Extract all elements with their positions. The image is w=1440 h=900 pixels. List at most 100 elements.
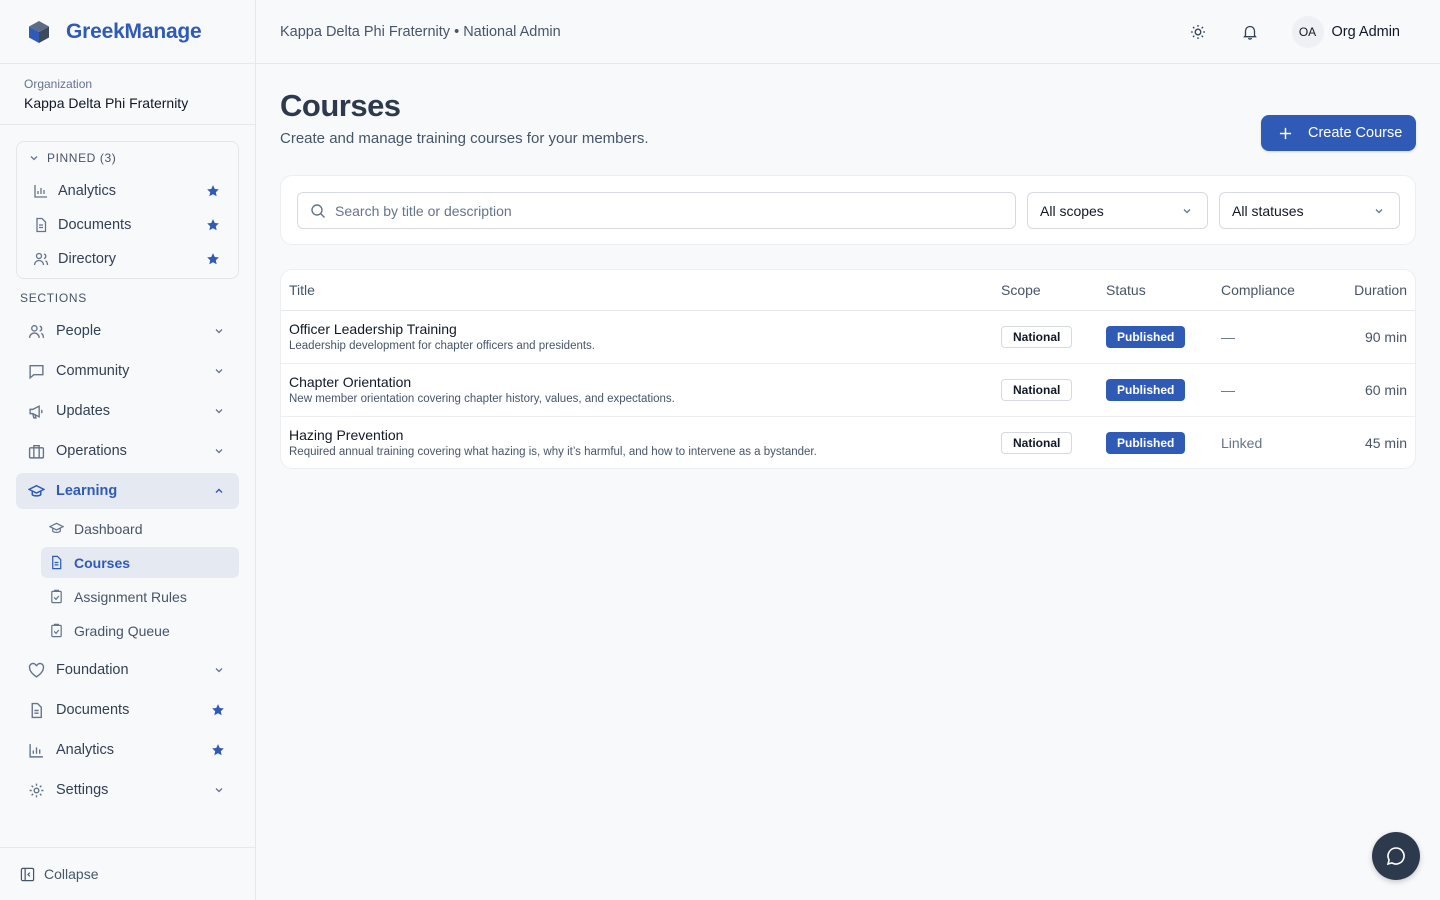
course-title[interactable]: Hazing Prevention [289, 427, 403, 443]
column-header-duration[interactable]: Duration [1354, 282, 1407, 298]
status-select[interactable]: All statuses [1219, 192, 1400, 229]
course-title[interactable]: Chapter Orientation [289, 374, 411, 390]
sidebar-item-label: People [56, 323, 102, 339]
graduation-cap-icon [28, 484, 45, 497]
bar-chart-icon [34, 185, 47, 198]
brand-name: GreekManage [66, 19, 202, 43]
chevron-down-icon [215, 369, 223, 374]
search-input[interactable]: Search by title or description [297, 192, 1016, 229]
sidebar-subitem-dashboard[interactable]: Dashboard [41, 513, 239, 544]
sidebar-item-documents[interactable]: Documents [16, 692, 239, 728]
pinned-header-label: PINNED (3) [47, 151, 117, 165]
sidebar-item-learning[interactable]: Learning [16, 473, 239, 509]
create-course-button[interactable]: Create Course [1261, 115, 1416, 151]
clipboard-check-icon [51, 623, 62, 638]
sidebar-subitem-grading-queue[interactable]: Grading Queue [41, 615, 239, 646]
sidebar-item-label: Analytics [56, 742, 115, 758]
compliance-value: — [1221, 382, 1235, 398]
pinned-item-analytics[interactable]: Analytics [17, 174, 238, 208]
sidebar-item-label: Community [56, 363, 130, 379]
page-title: Courses [280, 88, 401, 123]
search-icon [311, 203, 325, 218]
chevron-down-icon [1375, 208, 1383, 213]
table-header: Title Scope Status Compliance Duration [281, 270, 1415, 311]
learning-submenu: Dashboard Courses Assignment Rules Gradi… [41, 513, 239, 646]
users-icon [28, 324, 45, 338]
chat-bubble-icon [29, 364, 44, 379]
column-header-status[interactable]: Status [1106, 282, 1146, 298]
pinned-item-directory[interactable]: Directory [17, 242, 238, 276]
sidebar-nav: People Community Updates Operations Lear… [16, 313, 239, 812]
chat-button[interactable] [1372, 832, 1420, 880]
sidebar-item-updates[interactable]: Updates [16, 393, 239, 429]
brand[interactable]: GreekManage [0, 0, 255, 64]
filters-card: Search by title or description All scope… [280, 175, 1416, 245]
sidebar-item-label: Operations [56, 443, 127, 459]
pinned-section: PINNED (3) Analytics Documents Directory [16, 141, 239, 279]
bar-chart-icon [29, 743, 43, 758]
star-icon[interactable] [211, 743, 225, 757]
bell-icon [1242, 25, 1257, 40]
org-name: Kappa Delta Phi Fraternity [24, 95, 189, 111]
user-name: Org Admin [1331, 23, 1401, 40]
star-icon[interactable] [206, 252, 220, 266]
compliance-value: Linked [1221, 435, 1263, 451]
sidebar-item-settings[interactable]: Settings [16, 772, 239, 808]
course-title[interactable]: Officer Leadership Training [289, 321, 457, 337]
sidebar-item-operations[interactable]: Operations [16, 433, 239, 469]
status-select-value: All statuses [1232, 202, 1304, 219]
breadcrumb: Kappa Delta Phi Fraternity • National Ad… [280, 23, 561, 40]
table-row[interactable]: Hazing Prevention Required annual traini… [281, 417, 1415, 470]
scope-select[interactable]: All scopes [1027, 192, 1208, 229]
chevron-down-icon [215, 329, 223, 334]
sidebar-item-analytics[interactable]: Analytics [16, 732, 239, 768]
pinned-toggle[interactable]: PINNED (3) [17, 142, 238, 174]
chevron-up-icon [215, 488, 223, 493]
table-row[interactable]: Chapter Orientation New member orientati… [281, 364, 1415, 417]
org-label: Organization [24, 77, 93, 91]
compliance-value: — [1221, 329, 1235, 345]
chat-bubble-icon [1386, 847, 1405, 866]
sidebar-subitem-courses[interactable]: Courses [41, 547, 239, 578]
sidebar-item-foundation[interactable]: Foundation [16, 652, 239, 688]
avatar: OA [1291, 15, 1324, 48]
status-badge: Published [1106, 326, 1186, 348]
document-icon [36, 217, 47, 233]
logo-icon [29, 20, 49, 43]
graduation-cap-icon [49, 522, 64, 533]
sidebar-item-community[interactable]: Community [16, 353, 239, 389]
star-icon[interactable] [206, 184, 220, 198]
notifications-button[interactable] [1240, 22, 1260, 42]
star-icon[interactable] [211, 703, 225, 717]
collapse-sidebar-button[interactable]: Collapse [0, 847, 255, 900]
user-menu[interactable]: OA Org Admin [1291, 15, 1401, 48]
sidebar-item-label: Foundation [56, 662, 129, 678]
search-placeholder: Search by title or description [335, 202, 512, 219]
column-header-title[interactable]: Title [289, 282, 315, 298]
sun-icon [1190, 24, 1205, 39]
sidebar-subitem-assignment-rules[interactable]: Assignment Rules [41, 581, 239, 612]
briefcase-icon [28, 444, 45, 459]
column-header-compliance[interactable]: Compliance [1221, 282, 1295, 298]
top-bar: Kappa Delta Phi Fraternity • National Ad… [256, 0, 1440, 64]
sidebar-item-people[interactable]: People [16, 313, 239, 349]
duration-value: 60 min [1364, 382, 1407, 398]
duration-value: 90 min [1364, 329, 1407, 345]
document-icon [31, 702, 42, 718]
organization-switcher[interactable]: Organization Kappa Delta Phi Fraternity [0, 64, 255, 125]
table-row[interactable]: Officer Leadership Training Leadership d… [281, 311, 1415, 364]
sidebar-item-label: Documents [56, 702, 130, 718]
sidebar: GreekManage Organization Kappa Delta Phi… [0, 0, 256, 900]
users-icon [33, 252, 49, 266]
theme-toggle-button[interactable] [1188, 22, 1208, 42]
pinned-item-documents[interactable]: Documents [17, 208, 238, 242]
column-header-scope[interactable]: Scope [1001, 282, 1041, 298]
pinned-item-label: Analytics [58, 183, 117, 199]
megaphone-icon [29, 404, 43, 419]
sidebar-subitem-label: Grading Queue [74, 622, 170, 639]
status-badge: Published [1106, 432, 1186, 454]
plus-icon [1279, 127, 1292, 139]
chevron-down-icon [1183, 208, 1191, 213]
sidebar-item-label: Learning [56, 483, 118, 499]
star-icon[interactable] [206, 218, 220, 232]
